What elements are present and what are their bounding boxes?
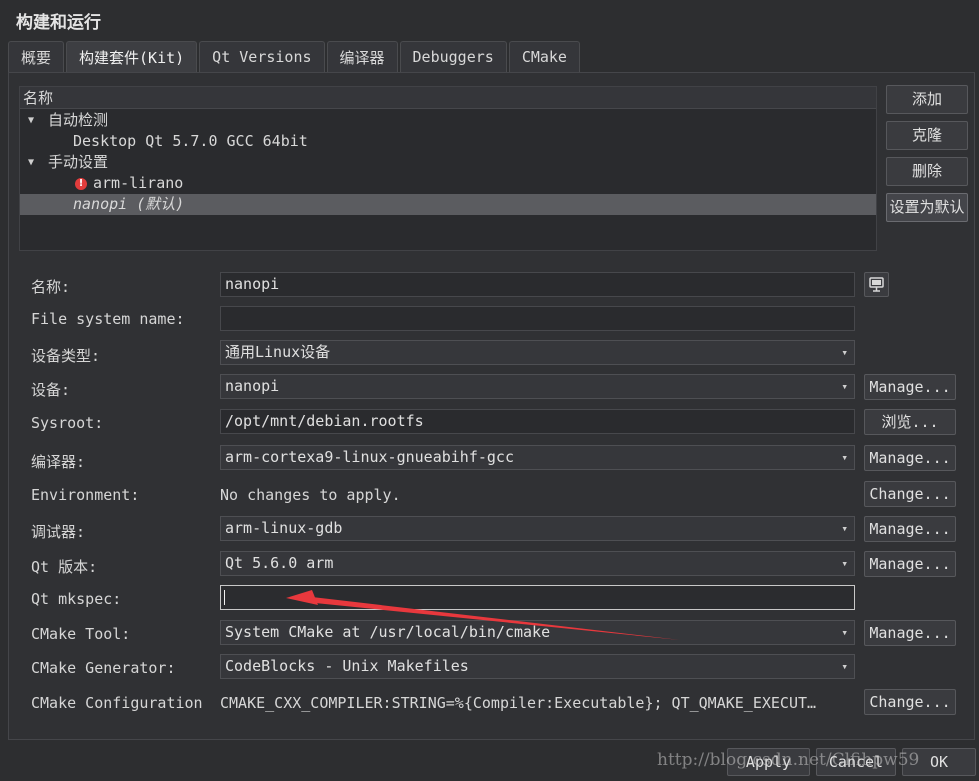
environment-value: No changes to apply.: [220, 486, 401, 504]
qt-mkspec-field[interactable]: [220, 585, 855, 610]
cmake-tool-label: CMake Tool:: [31, 625, 131, 643]
tree-item-label: arm-lirano: [93, 174, 184, 192]
cmake-tool-select[interactable]: System CMake at /usr/local/bin/cmake: [220, 620, 855, 645]
text-cursor: [224, 590, 225, 605]
tree-item-label: Desktop Qt 5.7.0 GCC 64bit: [73, 132, 308, 150]
tab-qt-versions[interactable]: Qt Versions: [199, 41, 325, 72]
tree-item-arm-lirano[interactable]: ! arm-lirano: [20, 173, 876, 194]
cancel-button[interactable]: Cancel: [816, 748, 896, 776]
tree-group-label: 手动设置: [48, 153, 109, 171]
tab-overview[interactable]: 概要: [8, 41, 65, 72]
device-select[interactable]: nanopi: [220, 374, 855, 399]
compiler-select[interactable]: arm-cortexa9-linux-gnueabihf-gcc: [220, 445, 855, 470]
qt-version-label: Qt 版本:: [31, 558, 98, 576]
name-label: 名称:: [31, 278, 71, 296]
cmake-config-change-button[interactable]: Change...: [864, 689, 956, 715]
window-title: 构建和运行: [16, 13, 101, 33]
sysroot-browse-button[interactable]: 浏览...: [864, 409, 956, 435]
triangle-down-icon[interactable]: ▼: [28, 110, 34, 131]
compiler-label: 编译器:: [31, 453, 86, 471]
compiler-manage-button[interactable]: Manage...: [864, 445, 956, 471]
remove-button[interactable]: 删除: [886, 157, 968, 186]
error-icon: !: [75, 177, 87, 190]
tree-item-nanopi[interactable]: nanopi (默认): [20, 194, 876, 215]
tree-header: 名称: [20, 87, 876, 109]
device-type-label: 设备类型:: [31, 347, 101, 365]
kit-tree[interactable]: 名称 ▼ 自动检测 Desktop Qt 5.7.0 GCC 64bit ▼ 手…: [19, 86, 877, 251]
fs-name-label: File system name:: [31, 310, 185, 328]
tree-group-label: 自动检测: [48, 111, 109, 129]
cmake-generator-label: CMake Generator:: [31, 659, 176, 677]
qt-mkspec-label: Qt mkspec:: [31, 590, 122, 608]
debugger-label: 调试器:: [31, 523, 86, 541]
name-field[interactable]: nanopi: [220, 272, 855, 297]
add-button[interactable]: 添加: [886, 85, 968, 114]
device-manage-button[interactable]: Manage...: [864, 374, 956, 400]
sysroot-field[interactable]: /opt/mnt/debian.rootfs: [220, 409, 855, 434]
qt-version-select[interactable]: Qt 5.6.0 arm: [220, 551, 855, 576]
tab-cmake[interactable]: CMake: [508, 41, 580, 72]
device-icon-button[interactable]: [864, 272, 889, 297]
fs-name-field[interactable]: [220, 306, 855, 331]
cmake-config-label: CMake Configuration: [31, 694, 203, 712]
apply-button[interactable]: Apply: [727, 748, 810, 776]
environment-label: Environment:: [31, 486, 140, 504]
tree-group-auto[interactable]: ▼ 自动检测: [20, 110, 876, 131]
tab-bar: 概要 构建套件(Kit) Qt Versions 编译器 Debuggers C…: [8, 41, 582, 73]
tree-group-manual[interactable]: ▼ 手动设置: [20, 152, 876, 173]
clone-button[interactable]: 克隆: [886, 121, 968, 150]
tab-debuggers[interactable]: Debuggers: [399, 41, 507, 72]
debugger-manage-button[interactable]: Manage...: [864, 516, 956, 542]
cmake-generator-select[interactable]: CodeBlocks - Unix Makefiles: [220, 654, 855, 679]
sysroot-label: Sysroot:: [31, 414, 104, 432]
tree-item-content: ! arm-lirano: [75, 173, 183, 194]
qt-version-manage-button[interactable]: Manage...: [864, 551, 956, 577]
device-label: 设备:: [31, 381, 71, 399]
tree-item-label: nanopi (默认): [73, 195, 185, 213]
cmake-tool-manage-button[interactable]: Manage...: [864, 620, 956, 646]
triangle-down-icon[interactable]: ▼: [28, 152, 34, 173]
debugger-select[interactable]: arm-linux-gdb: [220, 516, 855, 541]
tab-compilers[interactable]: 编译器: [326, 41, 398, 72]
tree-item-desktop-kit[interactable]: Desktop Qt 5.7.0 GCC 64bit: [20, 131, 876, 152]
cmake-config-value: CMAKE_CXX_COMPILER:STRING=%{Compiler:Exe…: [220, 694, 817, 712]
make-default-button[interactable]: 设置为默认: [886, 193, 968, 222]
device-type-select[interactable]: 通用Linux设备: [220, 340, 855, 365]
monitor-icon: [869, 277, 884, 292]
tab-kits[interactable]: 构建套件(Kit): [66, 41, 198, 73]
environment-change-button[interactable]: Change...: [864, 481, 956, 507]
ok-button[interactable]: OK: [902, 748, 976, 776]
